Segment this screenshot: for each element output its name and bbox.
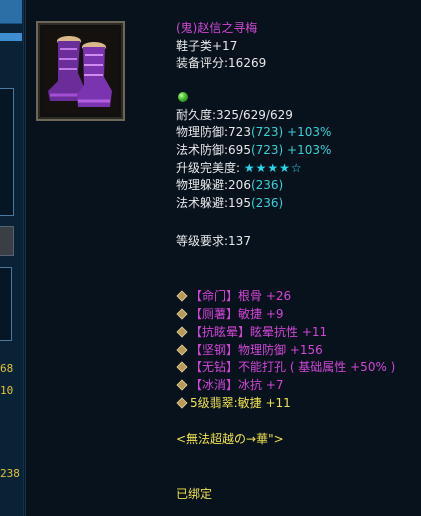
gem-text: 【命门】根骨 +26 (190, 289, 292, 303)
stat-paren: (723) (250, 143, 284, 157)
background-number: 68 (0, 362, 14, 375)
gem-text: 【无钻】不能打孔 ( 基础属性 +50% ) (190, 360, 396, 374)
gem-socket-icon (176, 290, 188, 302)
physical-defense: 物理防御:723(723) +103% (176, 124, 331, 140)
magic-dodge: 法术躲避:195(236) (176, 195, 283, 211)
stat-bonus: +103% (283, 125, 332, 139)
dodge-paren: (236) (250, 178, 284, 192)
level-req-label: 等级要求: (176, 234, 229, 248)
dodge-label: 物理躲避: (176, 178, 229, 192)
gem-text: 【抗眩晕】眩晕抗性 +11 (190, 325, 328, 339)
equipment-score-label: 装备评分: (176, 56, 229, 70)
background-number: 10 (0, 384, 14, 397)
background-panel-strip: 68 10 238 (0, 0, 24, 516)
dodge-base: 195 (228, 196, 251, 210)
item-icon-frame (36, 21, 125, 121)
bound-status: 已绑定 (176, 487, 213, 501)
gem-socket-icon (176, 344, 188, 356)
boots-icon (44, 29, 117, 113)
stat-bonus: +103% (283, 143, 332, 157)
set-name: <無法超越の→華"> (176, 432, 284, 446)
gem-socket-icon (176, 326, 188, 338)
item-name: (鬼)赵信之寻梅 (176, 21, 258, 35)
background-panel-slot (0, 267, 12, 341)
stat-base: 723 (228, 125, 251, 139)
gem-line: 【厕薯】敏捷 +9 (176, 306, 284, 322)
level-requirement: 等级要求:137 (176, 233, 251, 249)
gem-line: 【冰消】冰抗 +7 (176, 377, 284, 393)
stat-label: 法术防御: (176, 143, 229, 157)
background-number: 238 (0, 467, 20, 480)
gem-text: 【厕薯】敏捷 +9 (190, 307, 284, 321)
background-panel-slot (0, 88, 14, 216)
durability: 耐久度:325/629/629 (176, 107, 293, 123)
magic-defense: 法术防御:695(723) +103% (176, 142, 331, 158)
gem-line: 【坚钢】物理防御 +156 (176, 342, 323, 358)
level-req-value: 137 (228, 234, 251, 248)
gem-socket-icon (176, 361, 188, 373)
dodge-base: 206 (228, 178, 251, 192)
gem-text: 5级翡翠:敏捷 +11 (190, 396, 291, 410)
physical-dodge: 物理躲避:206(236) (176, 177, 283, 193)
stat-base: 695 (228, 143, 251, 157)
dodge-label: 法术躲避: (176, 196, 229, 210)
background-panel-tab[interactable] (0, 33, 22, 41)
gem-line: 【抗眩晕】眩晕抗性 +11 (176, 324, 327, 340)
equipment-score: 装备评分:16269 (176, 55, 266, 71)
durability-value: 325/629/629 (216, 108, 293, 122)
background-panel-header (0, 0, 22, 24)
gem-line: 【无钻】不能打孔 ( 基础属性 +50% ) (176, 359, 395, 375)
green-orb-icon (178, 92, 188, 102)
dodge-paren: (236) (250, 196, 284, 210)
durability-label: 耐久度: (176, 108, 217, 122)
background-item-slot[interactable] (0, 226, 14, 256)
gem-socket-icon (176, 379, 188, 391)
gem-socket-icon (176, 397, 188, 409)
gem-text: 【冰消】冰抗 +7 (190, 378, 284, 392)
stat-paren: (723) (250, 125, 284, 139)
gem-socket-icon (176, 308, 188, 320)
gem-text: 【坚钢】物理防御 +156 (190, 343, 323, 357)
star-rating-icon: ★★★★☆ (243, 161, 303, 175)
item-type: 鞋子类+17 (176, 39, 238, 53)
gem-line: 5级翡翠:敏捷 +11 (176, 395, 291, 411)
equipment-score-value: 16269 (228, 56, 267, 70)
upgrade-perfection: 升级完美度: ★★★★☆ (176, 160, 303, 176)
item-tooltip: (鬼)赵信之寻梅 鞋子类+17 装备评分:16269 耐久度:325/629/6… (25, 0, 421, 516)
upgrade-label: 升级完美度: (176, 161, 244, 175)
stat-label: 物理防御: (176, 125, 229, 139)
gem-line: 【命门】根骨 +26 (176, 288, 291, 304)
